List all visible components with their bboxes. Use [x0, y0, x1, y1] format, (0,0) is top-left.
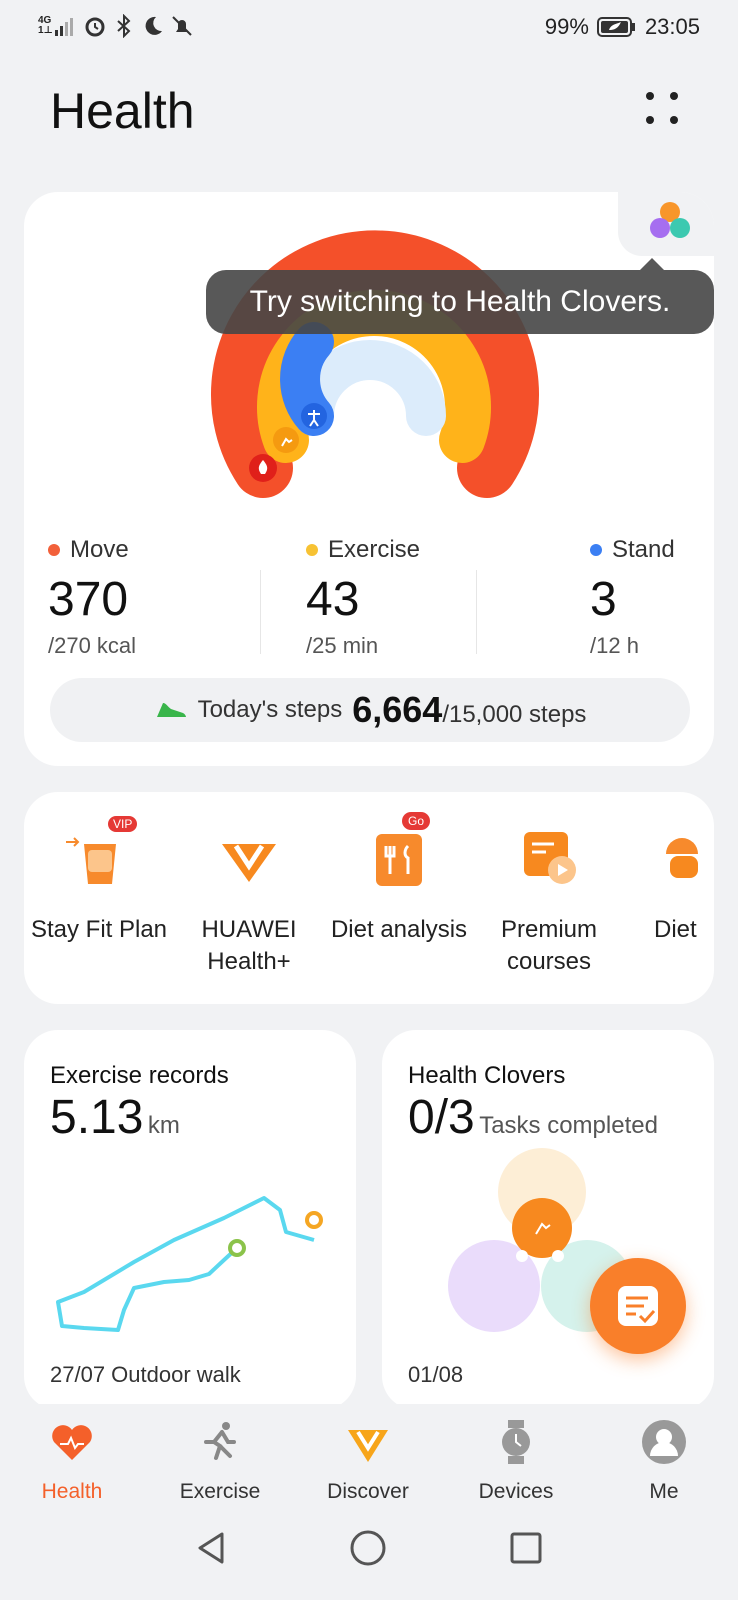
bluetooth-icon: [117, 14, 131, 38]
exercise-label: Exercise: [328, 536, 421, 563]
more-options-button[interactable]: [644, 90, 684, 130]
route-start-marker: [228, 1239, 246, 1257]
steps-pill[interactable]: Today's steps 6,664/15,000 steps: [50, 678, 690, 742]
service-stay-fit-plan[interactable]: VIP Stay Fit Plan: [24, 816, 174, 946]
alarm-icon: [85, 17, 105, 37]
stand-label: Stand: [612, 536, 675, 563]
tooltip-arrow: [640, 258, 664, 270]
exercise-record-footer: 27/07 Outdoor walk: [50, 1362, 241, 1387]
network-indicator: 4G 1⊥: [38, 16, 75, 36]
service-label: Premium courses: [500, 916, 597, 975]
go-badge: Go: [402, 812, 431, 830]
service-premium-courses[interactable]: Premium courses: [474, 824, 624, 978]
clovers-footer: 01/08: [408, 1362, 464, 1387]
nav-me[interactable]: Me: [614, 1418, 714, 1504]
stand-metric: Stand 3 /12 h: [590, 536, 738, 659]
status-bar: 4G 1⊥ 99% 23:05: [0, 0, 738, 56]
health-clovers-card[interactable]: Health Clovers 0/3 Tasks completed 01/08: [382, 1030, 714, 1410]
status-icons-right: 99% 23:05: [545, 14, 700, 40]
avatar-icon: [642, 1420, 686, 1464]
shoe-icon: [156, 703, 186, 717]
exercise-records-card[interactable]: Exercise records 5.13 km 27/07 Outdoor w…: [24, 1030, 356, 1410]
move-value: 370: [48, 573, 129, 626]
clover-diagram: [448, 1148, 633, 1332]
nav-devices[interactable]: Devices: [466, 1418, 566, 1504]
diet-analysis-icon: [376, 834, 422, 886]
nav-discover-label: Discover: [327, 1480, 409, 1503]
stay-fit-icon: [66, 837, 116, 884]
move-goal: /270 kcal: [48, 633, 137, 658]
move-label: Move: [70, 536, 129, 563]
health-plus-icon: [222, 844, 276, 882]
service-label: HUAWEI Health+: [201, 916, 297, 975]
system-nav-bar: [0, 1514, 738, 1600]
back-icon[interactable]: [192, 1528, 232, 1568]
nav-discover[interactable]: Discover: [318, 1418, 418, 1504]
discover-v-icon: [348, 1430, 388, 1462]
service-diet[interactable]: Diet: [634, 824, 714, 946]
service-diet-analysis[interactable]: Go Diet analysis: [324, 812, 474, 946]
battery-percent: 99%: [544, 14, 589, 39]
courses-icon: [524, 832, 576, 884]
diet-bowl-icon: [666, 838, 698, 878]
nav-exercise-label: Exercise: [179, 1480, 261, 1503]
exercise-dot: [306, 544, 318, 556]
signal-icon: [54, 18, 73, 36]
mute-bell-icon: [171, 16, 192, 36]
clovers-tooltip[interactable]: Try switching to Health Clovers.: [206, 270, 714, 334]
route-map: [56, 1196, 323, 1332]
nav-devices-label: Devices: [478, 1480, 554, 1503]
service-label: Diet: [654, 916, 697, 943]
nav-exercise[interactable]: Exercise: [170, 1418, 270, 1504]
notes-check-icon: [618, 1286, 658, 1326]
watch-icon: [502, 1420, 530, 1464]
nav-health-label: Health: [41, 1480, 103, 1503]
steps-value: 6,664: [352, 689, 443, 730]
page-title: Health: [50, 83, 195, 139]
service-huawei-health-plus[interactable]: HUAWEI Health+: [174, 824, 324, 978]
move-dot: [48, 544, 60, 556]
service-label: Stay Fit Plan: [30, 916, 168, 943]
heart-icon: [52, 1425, 92, 1460]
nav-me-label: Me: [649, 1480, 679, 1503]
route-path: [56, 1196, 315, 1332]
steps-label: Today's steps: [197, 696, 343, 723]
divider: [476, 570, 477, 654]
moon-icon: [145, 16, 162, 35]
stand-dot: [590, 544, 602, 556]
nav-health[interactable]: Health: [22, 1418, 122, 1504]
running-icon: [204, 1422, 236, 1460]
stand-value: 3: [590, 573, 617, 626]
recents-icon[interactable]: [506, 1528, 546, 1568]
services-card: VIP Stay Fit Plan HUAWEI Health+ Go Diet…: [24, 792, 714, 1004]
stand-goal: /12 h: [590, 633, 639, 658]
route-end-marker: [305, 1211, 323, 1229]
network-sub: 1⊥: [38, 25, 53, 36]
home-icon[interactable]: [348, 1528, 388, 1568]
record-fab-button[interactable]: [590, 1258, 686, 1354]
status-icons-left: 4G 1⊥: [38, 14, 193, 38]
vip-badge: VIP: [108, 816, 138, 832]
divider: [260, 570, 261, 654]
battery-icon: [596, 17, 635, 37]
activity-rings: [211, 230, 539, 498]
move-metric: Move 370 /270 kcal: [48, 536, 248, 659]
more-dots-icon: [646, 92, 678, 124]
steps-goal: /15,000 steps: [442, 701, 587, 728]
clock: 23:05: [644, 14, 700, 39]
clover-run-icon: [512, 1198, 572, 1258]
service-label: Diet analysis: [330, 916, 468, 943]
